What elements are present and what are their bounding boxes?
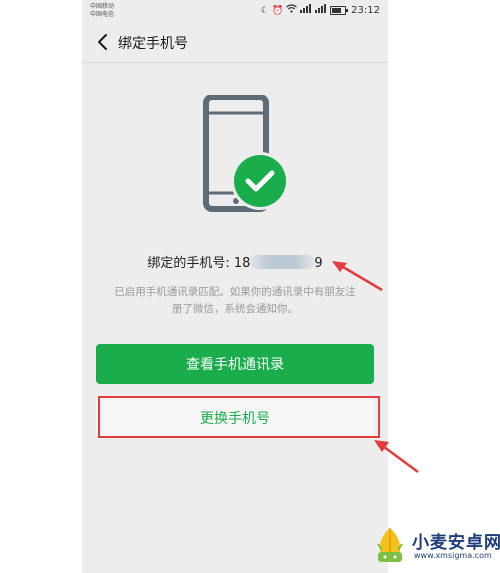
- status-bar: 中国移动 中国电信 ☾ ⏰ 23:12: [82, 0, 388, 22]
- watermark: 小麦安卓网 www.xmsigma.com: [370, 522, 500, 570]
- top-navbar: 绑定手机号: [82, 22, 388, 63]
- carrier-label-2: 中国电信: [90, 11, 115, 18]
- phone-check-illustration: [203, 95, 289, 212]
- page-title: 绑定手机号: [118, 36, 188, 52]
- phone-screen: 中国移动 中国电信 ☾ ⏰ 23:12 绑定手机号 绑定的手机号: 18 9 已…: [82, 0, 388, 573]
- watermark-name: 小麦安卓网: [412, 533, 500, 553]
- bound-phone-suffix: 9: [314, 256, 323, 271]
- battery-icon: [330, 6, 349, 15]
- change-number-button[interactable]: 更换手机号: [96, 398, 374, 438]
- blurred-digits: [250, 255, 315, 269]
- contacts-match-description: 已启用手机通讯录匹配。如果你的通讯录中有朋友注 册了微信，系统会通知你。: [96, 284, 374, 318]
- carrier-label: 中国移动: [90, 3, 115, 10]
- status-time: 23:12: [351, 5, 380, 16]
- description-line: 已启用手机通讯录匹配。如果你的通讯录中有朋友注: [114, 286, 356, 298]
- alarm-icon: ⏰: [271, 5, 284, 16]
- bound-phone-label: 绑定的手机号: 18: [147, 256, 251, 271]
- view-contacts-button[interactable]: 查看手机通讯录: [96, 344, 374, 384]
- chevron-left-icon[interactable]: [94, 32, 112, 52]
- moon-icon: ☾: [260, 5, 269, 16]
- description-line-2: 册了微信，系统会通知你。: [172, 303, 298, 315]
- bound-phone-number: 绑定的手机号: 18 9: [82, 252, 388, 271]
- watermark-url: www.xmsigma.com: [414, 551, 492, 560]
- android-logo-icon: [377, 528, 403, 562]
- signal-icon: [300, 4, 312, 17]
- check-circle-icon: [231, 152, 289, 210]
- signal-icon-2: [315, 4, 327, 17]
- wifi-icon: [286, 4, 298, 17]
- status-icons: ☾ ⏰ 23:12: [261, 4, 380, 17]
